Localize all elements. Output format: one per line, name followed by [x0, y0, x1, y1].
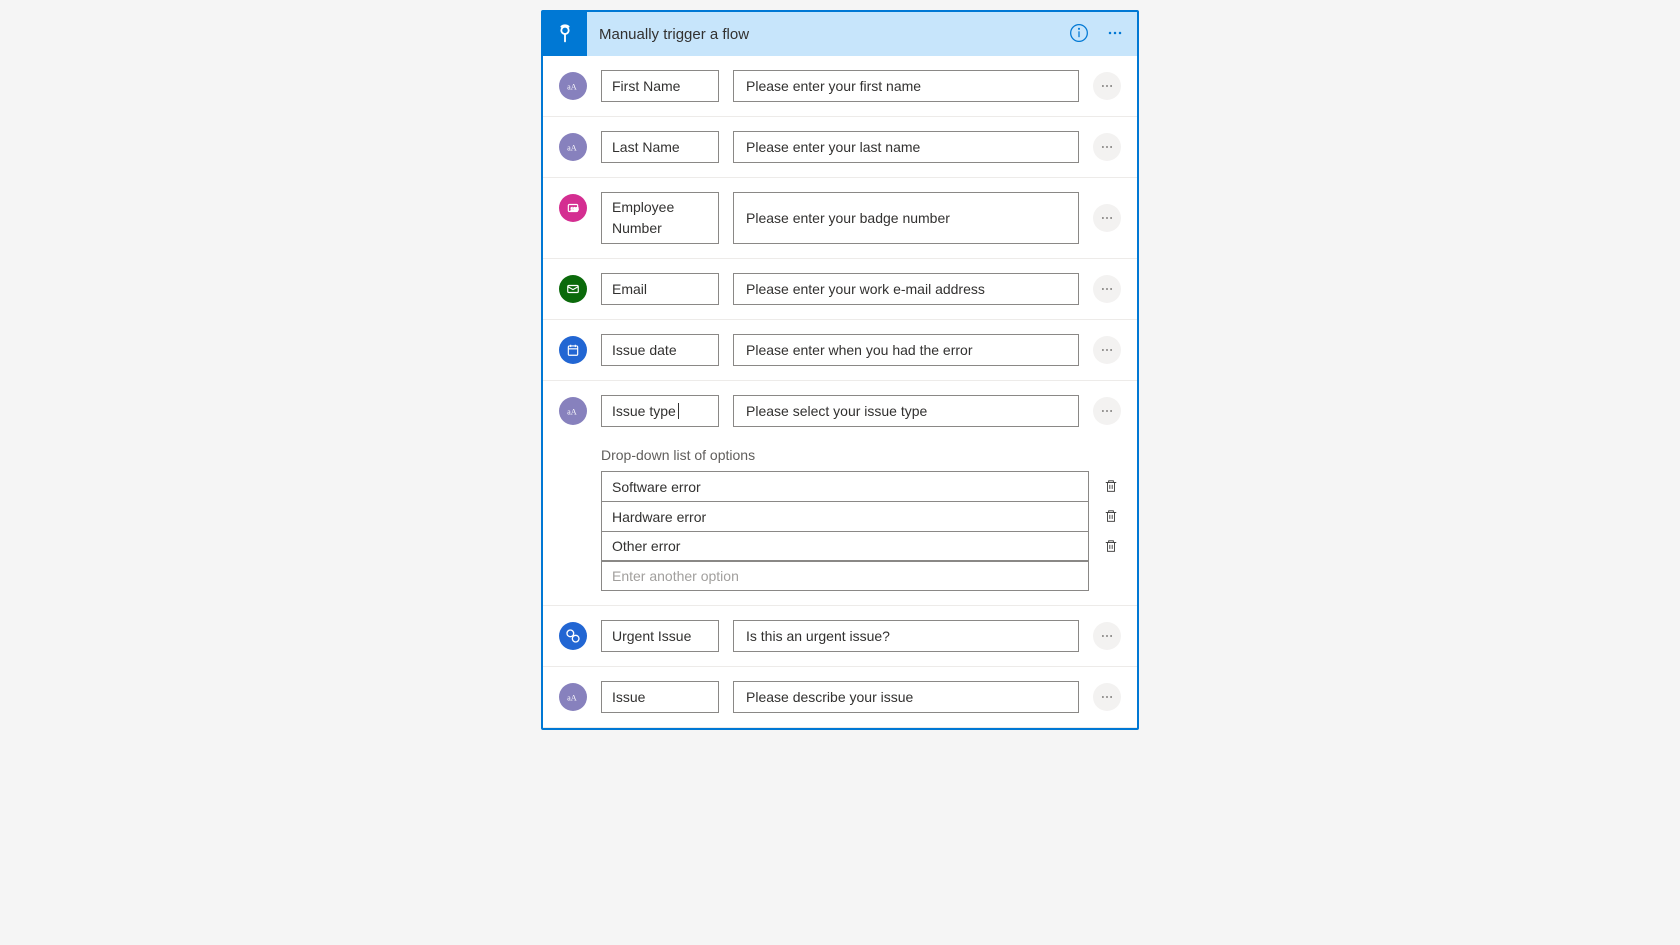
row-more-button[interactable]	[1093, 275, 1121, 303]
input-label-field[interactable]	[601, 273, 719, 305]
card-body: aA aA 123 Employee Number	[543, 56, 1137, 728]
trigger-icon-box	[543, 12, 587, 56]
input-label-field-active[interactable]: Issue type	[601, 395, 719, 427]
input-row-first-name: aA	[543, 56, 1137, 117]
trash-icon	[1104, 509, 1118, 523]
option-row	[601, 531, 1121, 561]
input-description-field[interactable]	[733, 334, 1079, 366]
dropdown-options-label: Drop-down list of options	[601, 447, 1121, 463]
svg-text:aA: aA	[567, 144, 577, 153]
input-description-field[interactable]	[733, 192, 1079, 244]
delete-option-button[interactable]	[1101, 479, 1121, 493]
row-more-button[interactable]	[1093, 133, 1121, 161]
option-input[interactable]	[601, 471, 1089, 501]
trash-icon	[1104, 479, 1118, 493]
input-row-issue-date	[543, 320, 1137, 381]
option-new-row	[601, 561, 1121, 591]
email-type-icon	[559, 275, 587, 303]
option-input[interactable]	[601, 531, 1089, 561]
input-label-field[interactable]	[601, 620, 719, 652]
row-more-button[interactable]	[1093, 204, 1121, 232]
option-new-input[interactable]	[601, 561, 1089, 591]
input-label-field[interactable]	[601, 70, 719, 102]
input-row-main: aA Issue type	[559, 395, 1121, 427]
text-cursor-icon	[678, 403, 679, 419]
text-type-icon: aA	[559, 397, 587, 425]
input-description-field[interactable]	[733, 273, 1079, 305]
input-description-field[interactable]	[733, 620, 1079, 652]
input-label-field[interactable]: Employee Number	[601, 192, 719, 244]
input-label-field[interactable]	[601, 681, 719, 713]
text-type-icon: aA	[559, 72, 587, 100]
header-more-icon[interactable]	[1105, 23, 1125, 46]
option-input[interactable]	[601, 501, 1089, 531]
input-row-issue: aA	[543, 667, 1137, 728]
input-row-employee-number: 123 Employee Number	[543, 178, 1137, 259]
input-description-field[interactable]	[733, 70, 1079, 102]
trash-icon	[1104, 539, 1118, 553]
trigger-card: Manually trigger a flow aA	[541, 10, 1139, 730]
header-actions	[1069, 23, 1125, 46]
input-label-field[interactable]	[601, 131, 719, 163]
delete-option-button[interactable]	[1101, 509, 1121, 523]
text-type-icon: aA	[559, 683, 587, 711]
input-row-urgent-issue	[543, 606, 1137, 667]
card-title: Manually trigger a flow	[599, 26, 1069, 43]
input-label-field[interactable]	[601, 334, 719, 366]
option-row	[601, 471, 1121, 501]
row-more-button[interactable]	[1093, 397, 1121, 425]
input-row-last-name: aA	[543, 117, 1137, 178]
row-more-button[interactable]	[1093, 336, 1121, 364]
input-row-email	[543, 259, 1137, 320]
card-header: Manually trigger a flow	[543, 12, 1137, 56]
label-text: Issue type	[612, 403, 676, 419]
input-row-issue-type: aA Issue type Drop-down list of options	[543, 381, 1137, 606]
input-description-field[interactable]	[733, 395, 1079, 427]
text-type-icon: aA	[559, 133, 587, 161]
touch-icon	[554, 23, 576, 45]
row-more-button[interactable]	[1093, 622, 1121, 650]
row-more-button[interactable]	[1093, 683, 1121, 711]
dropdown-options-section: Drop-down list of options	[601, 447, 1121, 591]
row-more-button[interactable]	[1093, 72, 1121, 100]
svg-text:123: 123	[571, 206, 579, 211]
svg-text:aA: aA	[567, 408, 577, 417]
number-type-icon: 123	[559, 194, 587, 222]
svg-text:aA: aA	[567, 694, 577, 703]
input-description-field[interactable]	[733, 131, 1079, 163]
yesno-type-icon	[559, 622, 587, 650]
info-icon[interactable]	[1069, 23, 1089, 46]
date-type-icon	[559, 336, 587, 364]
option-row	[601, 501, 1121, 531]
input-description-field[interactable]	[733, 681, 1079, 713]
svg-text:aA: aA	[567, 83, 577, 92]
delete-option-button[interactable]	[1101, 539, 1121, 553]
